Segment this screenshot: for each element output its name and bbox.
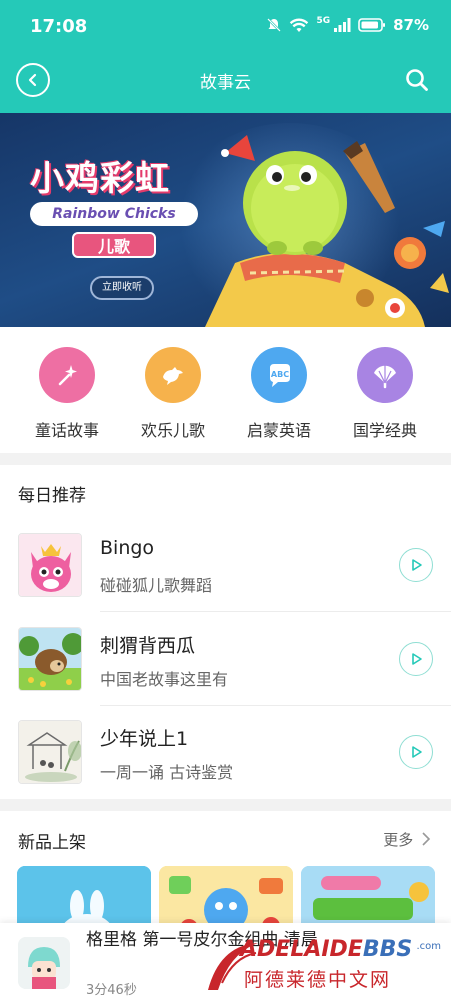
banner-logo: 小鸡彩虹 Rainbow Chicks 儿歌 <box>30 151 215 258</box>
banner-logo-tag: 儿歌 <box>72 232 156 258</box>
network-type: 5G <box>316 16 331 26</box>
chevron-right-icon <box>422 832 431 846</box>
item-subtitle: 中国老故事这里有 <box>100 670 229 689</box>
watermark-chinese: 阿德莱德中文网 <box>244 969 392 991</box>
list-divider <box>100 705 451 706</box>
category-label: 国学经典 <box>352 421 417 440</box>
watermark-english-blue: BBS <box>362 937 413 962</box>
item-subtitle: 一周一诵 古诗鉴赏 <box>100 763 234 782</box>
svg-text:ABC: ABC <box>271 370 289 379</box>
search-button[interactable] <box>403 66 431 94</box>
banner-chick-illustration <box>205 135 449 327</box>
banner-logo-title: 小鸡彩虹 <box>30 159 170 199</box>
pinkfong-thumbnail-image <box>19 534 81 596</box>
category-label: 启蒙英语 <box>246 421 311 440</box>
status-icons: 5G 87% <box>266 16 429 34</box>
recommend-item[interactable]: Bingo 碰碰狐儿歌舞蹈 <box>0 533 451 627</box>
category-fairy-tales-badge <box>39 347 95 403</box>
category-songs-badge <box>145 347 201 403</box>
forum-watermark: ADELAIDEBBS .com 阿德莱德中文网 <box>200 935 445 997</box>
new-section-title: 新品上架 <box>18 833 86 853</box>
category-songs[interactable]: 欢乐儿歌 <box>123 347 223 441</box>
watermark-english: ADELAIDEBBS <box>240 937 412 962</box>
item-title: Bingo <box>100 537 155 559</box>
battery-level: 87% <box>393 16 429 34</box>
category-classics[interactable]: 国学经典 <box>335 347 435 441</box>
item-title: 少年说上1 <box>100 728 189 750</box>
fan-icon <box>374 365 396 389</box>
item-thumbnail <box>18 627 82 691</box>
category-fairy-tales[interactable]: 童话故事 <box>17 347 117 441</box>
daily-section-title: 每日推荐 <box>18 486 86 506</box>
list-divider <box>100 611 451 612</box>
play-icon <box>412 746 422 758</box>
play-button[interactable] <box>399 735 433 769</box>
signal-icon <box>334 18 351 32</box>
page-title: 故事云 <box>200 73 251 93</box>
section-gap <box>0 453 451 465</box>
watermark-english-red: ADELAIDE <box>240 937 363 962</box>
app-header: 17:08 5G 87% 故事云 <box>0 0 451 113</box>
more-link[interactable]: 更多 <box>383 829 431 850</box>
app-page: 17:08 5G 87% 故事云 小鸡彩虹 Rainbow Chicks 儿歌 … <box>0 0 451 1000</box>
category-classics-badge <box>357 347 413 403</box>
item-subtitle: 碰碰狐儿歌舞蹈 <box>100 576 213 595</box>
wifi-icon <box>290 18 309 32</box>
player-cover <box>18 937 70 989</box>
abc-icon: ABC <box>270 364 290 387</box>
category-label: 童话故事 <box>34 421 99 440</box>
bird-icon <box>163 367 183 385</box>
promo-banner[interactable]: 小鸡彩虹 Rainbow Chicks 儿歌 立即收听 <box>0 113 451 327</box>
character-avatar-image <box>18 937 70 989</box>
item-title: 刺猬背西瓜 <box>100 635 196 657</box>
play-button[interactable] <box>399 642 433 676</box>
mute-bell-icon <box>267 18 282 32</box>
category-label: 欢乐儿歌 <box>140 421 205 440</box>
play-button[interactable] <box>399 548 433 582</box>
category-english[interactable]: ABC 启蒙英语 <box>229 347 329 441</box>
recommend-item[interactable]: 刺猬背西瓜 中国老故事这里有 <box>0 627 451 721</box>
more-label: 更多 <box>383 831 414 849</box>
status-bar: 17:08 5G 87% <box>0 0 451 54</box>
category-english-badge: ABC <box>251 347 307 403</box>
banner-logo-en: Rainbow Chicks <box>30 202 198 226</box>
section-gap <box>0 799 451 811</box>
search-icon <box>406 69 428 91</box>
category-row: 童话故事 欢乐儿歌 ABC 启蒙英语 国学经典 <box>0 327 451 453</box>
play-icon <box>412 559 422 571</box>
item-thumbnail <box>18 720 82 784</box>
battery-icon <box>358 18 386 32</box>
listen-now-button[interactable]: 立即收听 <box>90 276 154 300</box>
magic-wand-icon <box>58 365 77 386</box>
watermark-dotcom: .com <box>416 941 441 952</box>
pavilion-thumbnail-image <box>19 721 81 783</box>
mini-player[interactable]: 格里格 第一号皮尔金组曲 清晨 3分46秒 ADELAIDEBBS .com 阿… <box>0 923 451 1000</box>
play-icon <box>412 653 422 665</box>
nav-bar: 故事云 <box>0 54 451 106</box>
status-time: 17:08 <box>30 16 88 37</box>
item-thumbnail <box>18 533 82 597</box>
now-playing-duration: 3分46秒 <box>86 983 137 998</box>
hedgehog-thumbnail-image <box>19 628 81 690</box>
